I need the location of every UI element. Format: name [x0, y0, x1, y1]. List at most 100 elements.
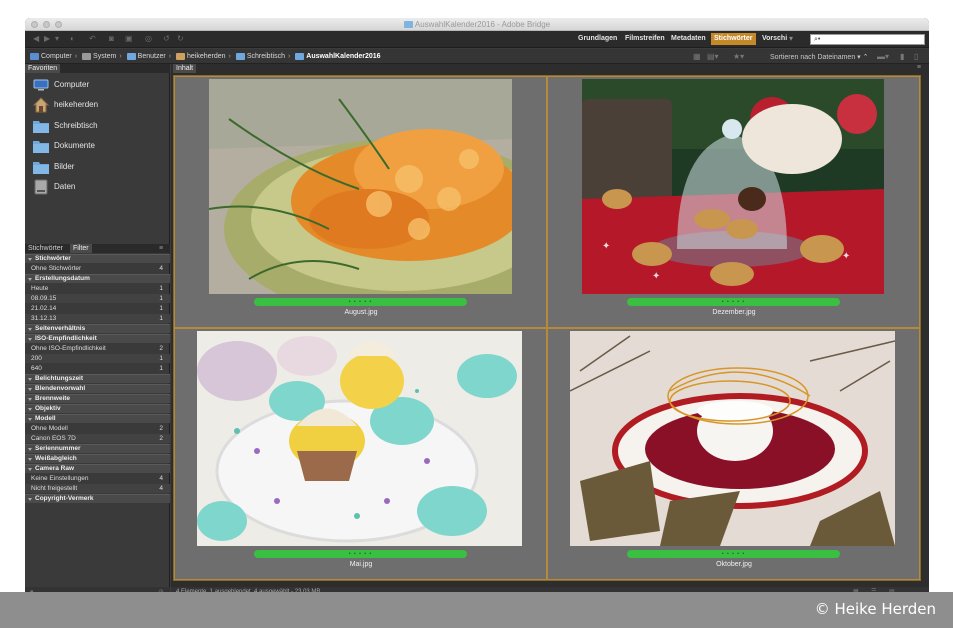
filter-category-header[interactable]: Objektiv	[25, 404, 170, 413]
workspace-grundlagen[interactable]: Grundlagen	[575, 33, 620, 45]
view-options-icon[interactable]: ▤▾	[707, 52, 719, 61]
filter-category-label: Stichwörter	[35, 255, 71, 262]
svg-text:✦: ✦	[652, 271, 660, 282]
filter-row[interactable]: Keine Einstellungen 4	[25, 474, 170, 483]
rating-stars[interactable]: • • • • •	[627, 550, 840, 558]
filter-category-header[interactable]: Belichtungszeit	[25, 374, 170, 383]
filter-row[interactable]: Canon EOS 7D 2	[25, 434, 170, 443]
rating-stars[interactable]: • • • • •	[254, 298, 467, 306]
filter-row[interactable]: 08.09.15 1	[25, 294, 170, 303]
tab-filter[interactable]: Filter	[70, 244, 92, 253]
rating-stars[interactable]: • • • • •	[254, 550, 467, 558]
favorite-bilder[interactable]: Bilder	[33, 159, 74, 175]
workspace-filmstreifen[interactable]: Filmstreifen	[622, 33, 668, 45]
food-photo-sweet-potato-icon	[209, 79, 512, 294]
filter-category-header[interactable]: ISO-Empfindlichkeit	[25, 334, 170, 343]
photo-credit-bar: © Heike Herden	[0, 592, 953, 628]
toolbar: ◀ ▶ ▾ ◐ ↶ ◙ ▣ ◎ ↺ ↻ Grundlagen Filmstrei…	[25, 31, 929, 48]
filter-category-header[interactable]: Weißabgleich	[25, 454, 170, 463]
filter-category-label: Seitenverhältnis	[35, 325, 86, 332]
filter-category-header[interactable]: Stichwörter	[25, 254, 170, 263]
delete-icon[interactable]: ▯	[914, 52, 918, 61]
breadcrumb-schreibtisch[interactable]: Schreibtisch	[247, 53, 285, 60]
filter-row[interactable]: 21.02.14 1	[25, 304, 170, 313]
star-filter-icon[interactable]: ★▾	[733, 52, 744, 61]
bridge-window: AuswahlKalender2016 - Adobe Bridge ◀ ▶ ▾…	[25, 18, 929, 598]
return-icon[interactable]: ↶	[89, 34, 96, 44]
refine-icon[interactable]: ▣	[125, 34, 133, 44]
thumbnail-image-mai[interactable]	[197, 331, 522, 546]
sort-dropdown[interactable]: Sortieren nach Dateinamen ▾ ⌃	[770, 53, 869, 61]
filter-category-header[interactable]: Brennweite	[25, 394, 170, 403]
filter-category-label: ISO-Empfindlichkeit	[35, 335, 97, 342]
filter-row-count: 1	[159, 285, 163, 292]
camera-import-icon[interactable]: ◙	[109, 34, 114, 44]
filter-row[interactable]: Ohne Stichwörter 4	[25, 264, 170, 273]
filter-category-header[interactable]: Erstellungsdatum	[25, 274, 170, 283]
home-icon	[176, 53, 185, 60]
filter-category-header[interactable]: Seriennummer	[25, 444, 170, 453]
filter-row-count: 4	[159, 475, 163, 482]
tab-stichwoerter[interactable]: Stichwörter	[25, 244, 66, 253]
favorite-daten[interactable]: Daten	[33, 179, 75, 195]
filter-category-label: Brennweite	[35, 395, 71, 402]
folder-icon	[295, 53, 305, 60]
workspace-metadaten[interactable]: Metadaten	[668, 33, 709, 45]
thumbnail-filename[interactable]: Mai.jpg	[261, 561, 461, 568]
filter-row[interactable]: Nicht freigestellt 4	[25, 484, 170, 493]
workspace-menu-chevron-icon[interactable]: ▾	[789, 34, 793, 44]
thumbnail-cell-oktober[interactable]: • • • • • Oktober.jpg	[547, 328, 920, 580]
thumbnail-filename[interactable]: Oktober.jpg	[634, 561, 834, 568]
thumbnail-image-oktober[interactable]	[570, 331, 895, 546]
filter-category-header[interactable]: Copyright-Vermerk	[25, 494, 170, 503]
favorite-computer[interactable]: Computer	[33, 77, 89, 93]
breadcrumb-benutzer[interactable]: Benutzer	[138, 53, 166, 60]
tab-inhalt[interactable]: Inhalt	[173, 64, 197, 73]
thumbnail-filename[interactable]: Dezember.jpg	[634, 309, 834, 316]
filter-row[interactable]: Ohne Modell 2	[25, 424, 170, 433]
favorite-schreibtisch[interactable]: Schreibtisch	[33, 118, 98, 134]
thumbnail-cell-dezember[interactable]: ✦✦✦✦ • • • • • Dezember.jpg	[547, 76, 920, 328]
workspace-stichwoerter[interactable]: Stichwörter	[711, 33, 756, 45]
filter-category-label: Camera Raw	[35, 465, 75, 472]
filter-row[interactable]: 31.12.13 1	[25, 314, 170, 323]
rotate-right-icon[interactable]: ↻	[177, 34, 184, 44]
breadcrumb-system[interactable]: System	[93, 53, 116, 60]
thumbnail-image-august[interactable]	[209, 79, 512, 294]
panel-menu-icon[interactable]: ≡	[917, 64, 921, 71]
filter-row[interactable]: 200 1	[25, 354, 170, 363]
tab-favoriten[interactable]: Favoriten	[25, 64, 61, 73]
panel-menu-icon[interactable]: ≡	[156, 244, 166, 253]
quality-options-icon[interactable]: ▦	[693, 52, 701, 61]
filter-category-header[interactable]: Seitenverhältnis	[25, 324, 170, 333]
folder-icon	[235, 53, 245, 60]
filter-row-label: Heute	[31, 285, 49, 292]
favorite-dokumente[interactable]: Dokumente	[33, 138, 95, 154]
search-input[interactable]: ⌕•	[810, 34, 925, 45]
filter-row[interactable]: Heute 1	[25, 284, 170, 293]
thumbnail-cell-august[interactable]: • • • • • August.jpg	[174, 76, 547, 328]
rating-stars[interactable]: • • • • •	[627, 298, 840, 306]
favorite-heikeherden[interactable]: heikeherden	[33, 97, 98, 113]
back-arrow-icon[interactable]: ◀	[33, 34, 39, 44]
recent-files-icon[interactable]: ◐	[70, 34, 75, 44]
new-folder-icon[interactable]: ▮	[900, 52, 904, 61]
rotate-left-icon[interactable]: ↺	[163, 34, 170, 44]
thumbnail-filename[interactable]: August.jpg	[261, 309, 461, 316]
filter-category-label: Weißabgleich	[35, 455, 77, 462]
filter-category-header[interactable]: Modell	[25, 414, 170, 423]
chevron-down-icon[interactable]: ▾	[55, 34, 59, 44]
open-recent-folder-icon[interactable]: ▬▾	[877, 52, 889, 61]
breadcrumb-current-folder[interactable]: AuswahlKalender2016	[306, 53, 380, 60]
thumbnail-cell-mai[interactable]: • • • • • Mai.jpg	[174, 328, 547, 580]
breadcrumb-heikeherden[interactable]: heikeherden	[187, 53, 226, 60]
breadcrumb-computer[interactable]: Computer	[41, 53, 72, 60]
filter-row[interactable]: Ohne ISO-Empfindlichkeit 2	[25, 344, 170, 353]
forward-arrow-icon[interactable]: ▶	[44, 34, 50, 44]
filter-category-header[interactable]: Blendenvorwahl	[25, 384, 170, 393]
filter-category-header[interactable]: Camera Raw	[25, 464, 170, 473]
open-in-raw-icon[interactable]: ◎	[145, 34, 152, 44]
workspace-vorschau[interactable]: Vorschi	[759, 33, 790, 45]
filter-row[interactable]: 640 1	[25, 364, 170, 373]
thumbnail-image-dezember[interactable]: ✦✦✦✦	[582, 79, 884, 294]
